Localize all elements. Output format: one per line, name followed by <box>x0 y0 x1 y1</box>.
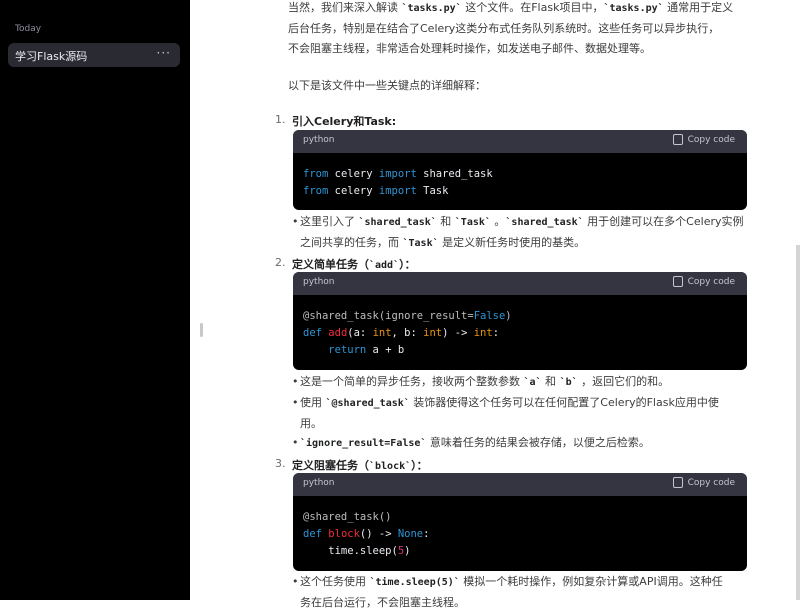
code-content: @shared_task() def block() -> None: time… <box>303 511 430 557</box>
copy-code-button[interactable]: Copy code <box>672 477 735 488</box>
sidebar: Today 学习Flask源码 ··· <box>0 0 190 600</box>
sidebar-resize-handle[interactable] <box>200 323 203 337</box>
intro-paragraph: 当然，我们来深入解读 `tasks.py` 这个文件。在Flask项目中，`ta… <box>288 1 734 55</box>
list-number: 1. <box>275 113 286 126</box>
code-language: python <box>303 277 335 287</box>
chat-title: 学习Flask源码 <box>15 50 88 63</box>
clipboard-icon <box>672 134 683 145</box>
copy-code-button[interactable]: Copy code <box>672 276 735 287</box>
more-options-icon[interactable]: ··· <box>157 46 171 60</box>
clipboard-icon <box>672 276 683 287</box>
clipboard-icon <box>672 477 683 488</box>
section-heading: 定义简单任务（`add`）： <box>292 258 416 271</box>
section-heading: 定义阻塞任务（`block`）： <box>292 459 428 472</box>
code-block: python Copy code from celery import shar… <box>293 130 747 210</box>
list-item: • 这是一个简单的异步任务，接收两个整数参数 `a` 和 `b` ，返回它们的和… <box>292 375 670 388</box>
list-number: 2. <box>275 256 286 269</box>
code-block: python Copy code @shared_task(ignore_res… <box>293 272 747 370</box>
code-language: python <box>303 135 335 145</box>
list-item: • `ignore_result=False` 意味着任务的结果会被存储，以便之… <box>292 436 650 449</box>
code-block: python Copy code @shared_task() def bloc… <box>293 473 747 571</box>
sidebar-chat-item[interactable]: 学习Flask源码 ··· <box>8 43 180 67</box>
copy-code-button[interactable]: Copy code <box>672 134 735 145</box>
list-item: • 这个任务使用 `time.sleep(5)` 模拟一个耗时操作，例如复杂计算… <box>292 575 723 609</box>
code-content: @shared_task(ignore_result=False) def ad… <box>303 310 512 356</box>
list-item: • 这里引入了 `shared_task` 和 `Task` 。`shared_… <box>292 215 744 249</box>
lead-paragraph: 以下是该文件中一些关键点的详细解释： <box>288 79 486 92</box>
section-heading: 引入Celery和Task: <box>292 115 397 128</box>
scrollbar[interactable] <box>796 245 800 600</box>
code-language: python <box>303 478 335 488</box>
list-number: 3. <box>275 457 286 470</box>
list-item: • 使用 `@shared_task` 装饰器使得这个任务可以在任何配置了Cel… <box>292 396 719 430</box>
sidebar-section-label: Today <box>15 24 42 34</box>
code-content: from celery import shared_task from cele… <box>303 168 493 197</box>
